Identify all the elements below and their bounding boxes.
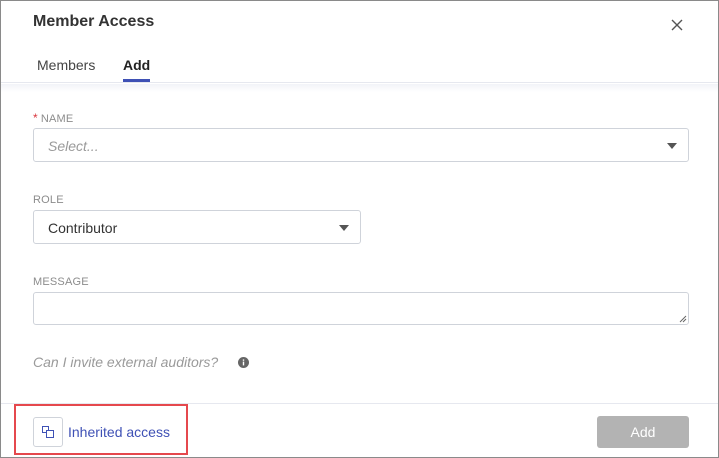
add-button[interactable]: Add <box>597 416 689 448</box>
highlight-annotation <box>14 404 188 455</box>
message-textarea[interactable] <box>33 292 689 325</box>
chevron-down-icon <box>339 225 349 231</box>
tab-members[interactable]: Members <box>37 57 95 83</box>
close-icon <box>671 19 683 31</box>
name-select-placeholder: Select... <box>48 138 99 154</box>
tab-add[interactable]: Add <box>123 57 151 83</box>
name-label-text: NAME <box>40 113 74 125</box>
info-icon[interactable] <box>238 357 249 368</box>
info-glyph <box>242 359 245 366</box>
tab-bar: Members Add <box>1 57 718 83</box>
role-select[interactable]: Contributor <box>33 210 361 244</box>
role-label: ROLE <box>33 194 64 206</box>
dialog-title: Member Access <box>33 13 155 30</box>
message-label: MESSAGE <box>33 276 89 288</box>
header-shadow <box>1 84 718 92</box>
close-button[interactable] <box>667 15 687 35</box>
required-marker: * <box>33 111 38 125</box>
chevron-down-icon <box>667 143 677 149</box>
name-select[interactable]: Select... <box>33 128 689 162</box>
help-link[interactable]: Can I invite external auditors? <box>33 354 218 370</box>
role-select-value: Contributor <box>48 220 118 236</box>
member-access-dialog: Member Access Members Add * NAME Select..… <box>0 0 719 458</box>
name-label: * NAME <box>33 111 73 125</box>
resize-grip-icon[interactable] <box>679 315 687 323</box>
